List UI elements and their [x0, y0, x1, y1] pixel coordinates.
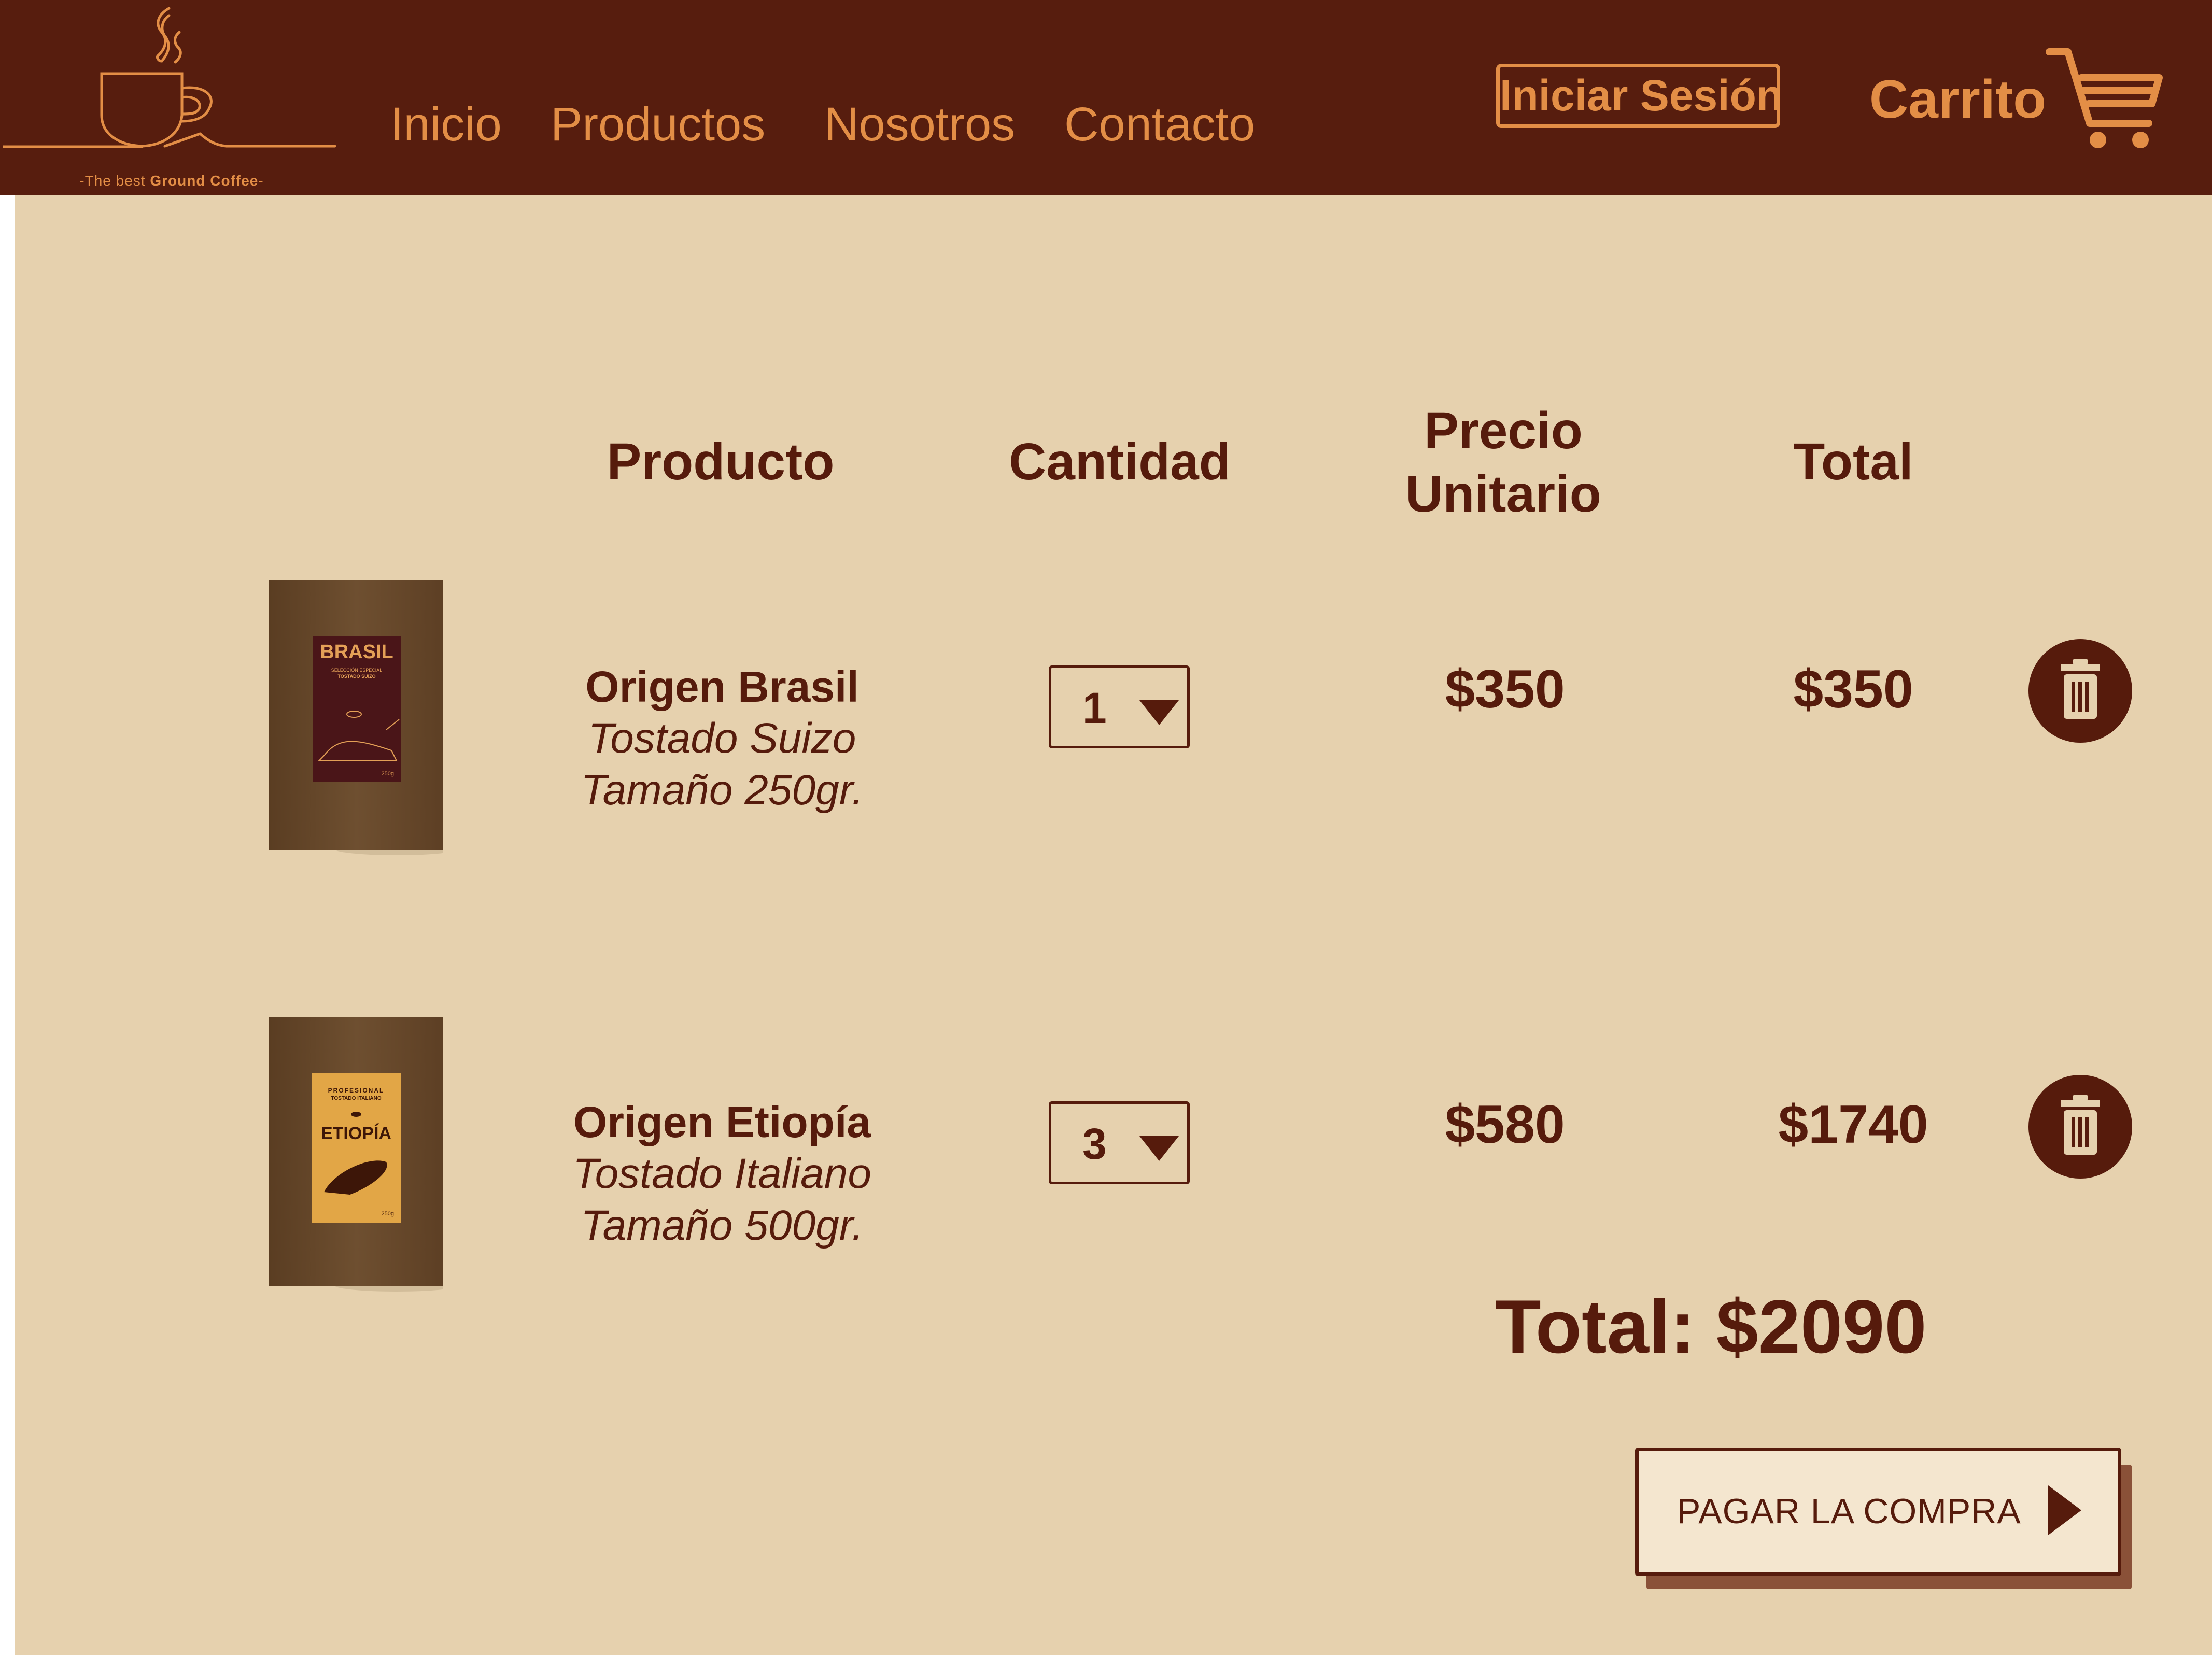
column-header-total: Total: [1793, 433, 1913, 491]
nav-contacto[interactable]: Contacto: [1064, 98, 1255, 150]
product-roast: Tostado Suizo: [588, 715, 856, 762]
coffee-cup-logo-icon: [3, 7, 336, 148]
product-size: Tamaño 500gr.: [581, 1202, 864, 1249]
pay-button-label: PAGAR LA COMPRA: [1677, 1492, 2021, 1531]
page-edge-bottom: [0, 1655, 2212, 1659]
product-name: Origen Etiopía: [573, 1098, 871, 1146]
column-header-unit-price: Precio Unitario: [1348, 399, 1659, 526]
trash-icon: [2061, 659, 2100, 719]
top-header: -The best Ground Coffee- Inicio Producto…: [0, 0, 2212, 195]
logo[interactable]: -The best Ground Coffee-: [3, 0, 340, 195]
delete-button[interactable]: [2028, 1075, 2132, 1179]
chevron-down-icon: [1139, 700, 1179, 725]
delete-button[interactable]: [2028, 639, 2132, 743]
grand-total: Total: $2090: [1495, 1284, 1927, 1369]
product-name: Origen Brasil: [585, 662, 859, 711]
bag-label: BRASIL: [320, 641, 393, 663]
unit-price: $350: [1445, 659, 1565, 719]
column-header-product: Producto: [607, 433, 835, 491]
bag-roast-label: TOSTADO ITALIANO: [331, 1096, 381, 1101]
nav-inicio[interactable]: Inicio: [390, 98, 502, 150]
bag-label: ETIOPÍA: [321, 1124, 391, 1143]
pay-button[interactable]: PAGAR LA COMPRA: [1635, 1448, 2121, 1576]
row-total: $1740: [1778, 1095, 1928, 1155]
logo-tagline: -The best Ground Coffee-: [79, 173, 264, 189]
login-button[interactable]: Iniciar Sesión: [1496, 64, 1783, 128]
unit-price: $580: [1445, 1095, 1565, 1155]
quantity-select[interactable]: 1: [1049, 665, 1190, 748]
product-roast: Tostado Italiano: [573, 1150, 871, 1197]
bag-weight: 250g: [382, 771, 394, 777]
quantity-value: 1: [1082, 684, 1107, 732]
unit-price-line1: Precio: [1424, 402, 1583, 460]
bag-sublabel: SELECCIÓN ESPECIAL: [331, 668, 383, 673]
bag-roast-label: TOSTADO SUIZO: [337, 674, 375, 679]
column-header-quantity: Cantidad: [1009, 433, 1231, 491]
unit-price-line2: Unitario: [1405, 465, 1601, 523]
page-edge: [0, 195, 15, 1659]
product-image-brasil: BRASIL SELECCIÓN ESPECIAL TOSTADO SUIZO …: [269, 580, 443, 855]
trash-icon: [2061, 1095, 2100, 1155]
quantity-value: 3: [1082, 1119, 1107, 1168]
cart-link[interactable]: Carrito: [1869, 68, 2046, 131]
shopping-cart-icon[interactable]: [2045, 46, 2164, 152]
product-image-etiopia: PROFESIONAL TOSTADO ITALIANO ETIOPÍA 250…: [269, 1017, 443, 1292]
bag-sublabel: PROFESIONAL: [328, 1087, 385, 1094]
quantity-select[interactable]: 3: [1049, 1101, 1190, 1184]
row-total: $350: [1793, 659, 1913, 719]
nav-nosotros[interactable]: Nosotros: [824, 98, 1015, 150]
nav-productos[interactable]: Productos: [551, 98, 765, 150]
product-size: Tamaño 250gr.: [581, 767, 864, 814]
play-arrow-icon: [2048, 1485, 2081, 1535]
chevron-down-icon: [1139, 1136, 1179, 1161]
bag-weight: 250g: [382, 1211, 394, 1217]
